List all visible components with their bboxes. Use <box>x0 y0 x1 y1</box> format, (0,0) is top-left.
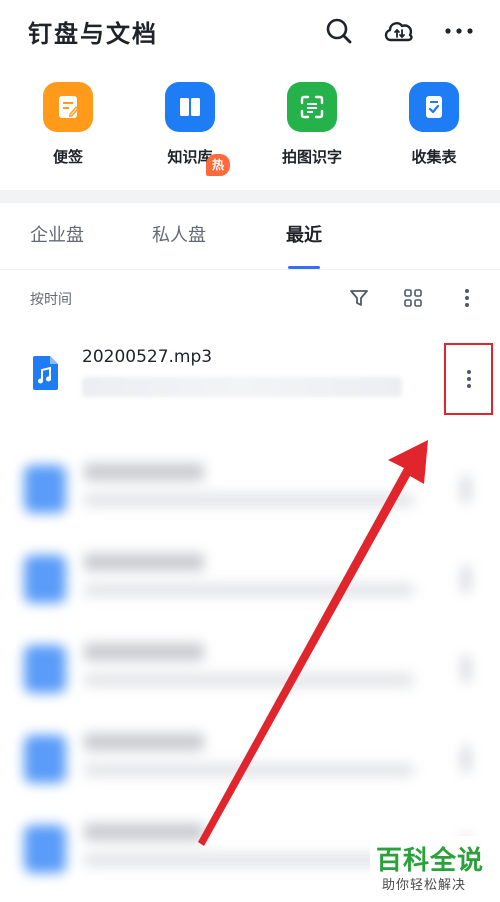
file-name: 20200527.mp3 <box>82 347 213 367</box>
quick-apps: 便签 知识库 拍图识字 收集表 热 <box>0 70 500 190</box>
tab-enterprise-drive[interactable]: 企业盘 <box>30 221 84 247</box>
watermark-subtitle: 助你轻松解决 <box>382 878 467 893</box>
file-more-button[interactable] <box>444 343 493 415</box>
form-icon <box>409 82 459 132</box>
list-item[interactable] <box>0 445 500 535</box>
app-notes[interactable]: 便签 <box>18 82 118 182</box>
list-item[interactable] <box>0 535 500 625</box>
app-label: 便签 <box>52 148 83 166</box>
grid-view-icon[interactable] <box>400 285 426 311</box>
more-vertical-icon[interactable] <box>454 285 480 311</box>
sort-by-time[interactable]: 按时间 <box>30 289 72 309</box>
tab-divider <box>0 269 500 270</box>
hot-badge: 热 <box>206 154 231 176</box>
note-icon <box>43 82 93 132</box>
file-panel: 企业盘 私人盘 最近 按时间 20200527.mp3 <box>0 203 500 902</box>
app-label: 拍图识字 <box>281 148 342 166</box>
app-collect-form[interactable]: 收集表 <box>384 82 484 182</box>
book-icon <box>165 82 215 132</box>
blurred-file-list <box>0 435 500 902</box>
file-meta <box>82 377 402 397</box>
scan-text-icon <box>287 82 337 132</box>
app-label: 收集表 <box>411 148 457 166</box>
list-item[interactable] <box>0 715 500 805</box>
file-row[interactable]: 20200527.mp3 <box>0 333 500 433</box>
page-title: 钉盘与文档 <box>28 20 158 48</box>
cloud-sync-icon[interactable] <box>382 14 416 48</box>
watermark-title: 百科全说 <box>376 846 485 876</box>
tab-recent[interactable]: 最近 <box>286 221 322 247</box>
app-screen: 钉盘与文档 便签 知识库 拍图识字 收集表 热 企业盘 私人盘 最近 按时间 2… <box>0 0 500 902</box>
list-item[interactable] <box>0 625 500 715</box>
top-bar: 钉盘与文档 <box>0 0 500 70</box>
app-scan-text[interactable]: 拍图识字 <box>262 82 362 182</box>
watermark: 百科全说 助你轻松解决 <box>370 836 494 898</box>
search-icon[interactable] <box>322 14 356 48</box>
audio-file-icon <box>30 355 60 395</box>
filter-icon[interactable] <box>346 285 372 311</box>
more-vertical-icon <box>466 370 471 388</box>
tab-private-drive[interactable]: 私人盘 <box>152 221 206 247</box>
more-horizontal-icon[interactable] <box>442 14 476 48</box>
